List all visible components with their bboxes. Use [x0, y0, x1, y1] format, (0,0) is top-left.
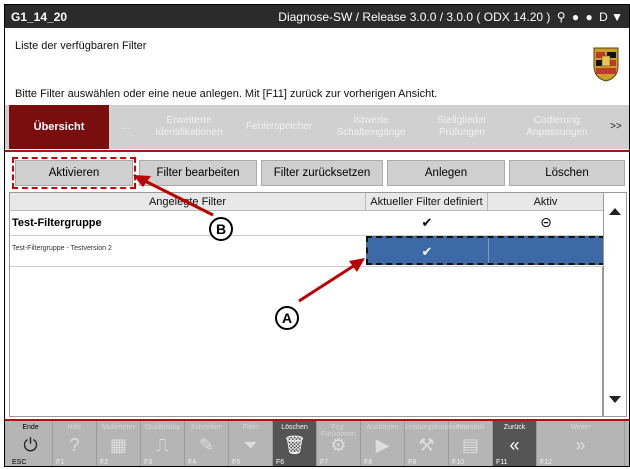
screen-id: G1_14_20 [11, 10, 68, 24]
table-row[interactable]: Test-Filtergruppe ✔ ⊝ [10, 211, 605, 236]
protocol-icon: ▤ [461, 435, 479, 455]
info-panel: Liste der verfügbaren Filter Bitte Filte… [5, 28, 629, 104]
tab-overview[interactable]: Übersicht [9, 105, 109, 149]
status-dot-icon: ● [571, 10, 580, 24]
header-filter-defined[interactable]: Aktueller Filter definiert [366, 193, 488, 211]
active-filter-icon: ⊝ [540, 214, 552, 230]
power-icon: ⏻ [23, 435, 38, 455]
scroll-down-icon[interactable] [604, 388, 626, 410]
service-icon: ⚒ [418, 435, 435, 455]
fkey-execute[interactable]: Ausführen ▶ F8 [361, 421, 405, 466]
callout-a: A [275, 306, 299, 330]
info-title: Liste der verfügbaren Filter [15, 40, 147, 52]
create-button[interactable]: Anlegen [387, 160, 505, 186]
fkey-protocol[interactable]: Protokoll ▤ F10 [449, 421, 493, 466]
tab-actuators[interactable]: Stellglieder Prüfungen [417, 105, 507, 149]
cell-divider [488, 238, 489, 263]
reset-filter-button[interactable]: Filter zurücksetzen [261, 160, 383, 186]
delete-button[interactable]: Löschen [509, 160, 625, 186]
table-row[interactable]: Test-Filtergruppe - Testversion 2 ✔ [10, 236, 605, 267]
forward-icon: » [575, 435, 586, 455]
oscilloscope-icon: ⎍ [156, 435, 169, 455]
fkey-delete[interactable]: Löschen 🗑 F6 [273, 421, 317, 466]
main-nav: Übersicht ... Erweiterte Identifikatione… [5, 105, 629, 149]
help-icon: ? [69, 435, 80, 455]
defined-check-icon: ✔ [421, 244, 433, 259]
play-icon: ▶ [375, 435, 390, 455]
filter-icon: ⏷ [243, 435, 258, 455]
porsche-crest-icon [593, 47, 619, 82]
selected-cells[interactable]: ✔ [366, 236, 605, 265]
defined-check-icon: ✔ [421, 215, 433, 230]
release-status: Diagnose-SW / Release 3.0.0 / 3.0.0 ( OD… [278, 10, 551, 24]
title-bar: G1_14_20 Diagnose-SW / Release 3.0.0 / 3… [5, 5, 629, 28]
filter-status-icon: ⚲ [556, 10, 566, 24]
fkey-service[interactable]: Leistungsfunktionen ⚒ F9 [405, 421, 467, 466]
language-select[interactable]: D ▼ [599, 10, 623, 24]
fkey-help[interactable]: Hilfe ? F1 [53, 421, 97, 466]
back-icon: « [509, 435, 520, 455]
status-area: Diagnose-SW / Release 3.0.0 / 3.0.0 ( OD… [275, 10, 623, 24]
header-active[interactable]: Aktiv [488, 193, 604, 211]
write-icon: ✎ [198, 435, 215, 455]
multimeter-icon: ▦ [109, 435, 127, 455]
delete-icon: 🗑 [283, 435, 306, 455]
filter-toolbar: Aktivieren Filter bearbeiten Filter zurü… [5, 150, 629, 192]
vehicle-icon: ⚙ [330, 435, 347, 455]
edit-filter-button[interactable]: Filter bearbeiten [139, 160, 257, 186]
filter-group-name: Test-Filtergruppe [12, 217, 102, 229]
tab-fault-memory[interactable]: Fehlerspeicher [235, 105, 323, 149]
filter-version-name: Test-Filtergruppe - Testversion 2 [12, 245, 112, 252]
fkey-forward[interactable]: Weiter » F12 [537, 421, 625, 466]
callout-b: B [209, 217, 233, 241]
tab-more[interactable]: ... [113, 105, 139, 149]
fkey-write[interactable]: Schreiben ✎ F4 [185, 421, 229, 466]
activate-button[interactable]: Aktivieren [12, 157, 136, 189]
app-window: G1_14_20 Diagnose-SW / Release 3.0.0 / 3… [4, 4, 630, 467]
tab-scroll-right[interactable]: >> [605, 105, 627, 149]
tab-coding[interactable]: Codierung Anpassungen [511, 105, 603, 149]
fkey-filter[interactable]: Filter ⏷ F5 [229, 421, 273, 466]
function-key-bar: Ende ⏻ ESC Hilfe ? F1 Multimeter ▦ F2 Os… [5, 419, 629, 466]
tab-actual-values[interactable]: Istwerte Schalteingänge [327, 105, 415, 149]
fkey-end[interactable]: Ende ⏻ ESC [9, 421, 53, 466]
info-instruction: Bitte Filter auswählen oder eine neue an… [15, 88, 438, 100]
tab-extended-identification[interactable]: Erweiterte Identifikationen [145, 105, 233, 149]
status-dot-icon: ● [585, 10, 593, 24]
fkey-multimeter[interactable]: Multimeter ▦ F2 [97, 421, 141, 466]
fkey-oscilloscope[interactable]: Oszilloskop ⎍ F3 [141, 421, 185, 466]
filter-table: Angelegte Filter Aktueller Filter defini… [9, 192, 605, 417]
header-created-filters[interactable]: Angelegte Filter [10, 193, 366, 211]
table-scrollbar[interactable] [603, 192, 627, 417]
fkey-back[interactable]: Zurück « F11 [493, 421, 537, 466]
fkey-vehicle-functions[interactable]: Fzg-Funktionen ⚙ F7 [317, 421, 361, 466]
scroll-up-icon[interactable] [604, 201, 626, 223]
